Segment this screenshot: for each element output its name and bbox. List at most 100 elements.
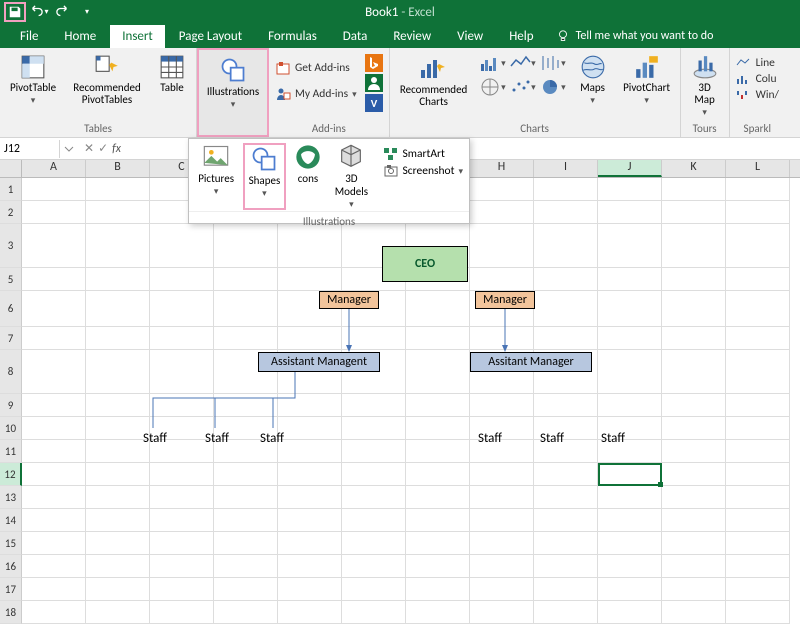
- cell[interactable]: [662, 578, 726, 601]
- row-15[interactable]: 15: [0, 532, 22, 555]
- cell[interactable]: [726, 486, 790, 509]
- cell[interactable]: [22, 178, 86, 201]
- cell[interactable]: [150, 532, 214, 555]
- cell[interactable]: [598, 532, 662, 555]
- tab-page-layout[interactable]: Page Layout: [167, 25, 254, 48]
- cell[interactable]: [726, 440, 790, 463]
- cell[interactable]: [214, 463, 278, 486]
- cell[interactable]: [150, 486, 214, 509]
- tell-me[interactable]: Tell me what you want to do: [556, 29, 714, 43]
- cell[interactable]: [598, 394, 662, 417]
- cell[interactable]: [150, 555, 214, 578]
- people-icon[interactable]: [365, 74, 383, 92]
- cell[interactable]: [86, 394, 150, 417]
- cell[interactable]: [726, 327, 790, 350]
- cell[interactable]: [22, 291, 86, 327]
- cell[interactable]: [342, 440, 406, 463]
- cell[interactable]: [726, 224, 790, 268]
- row-1[interactable]: 1: [0, 178, 22, 201]
- cell[interactable]: [662, 224, 726, 268]
- cell[interactable]: [86, 463, 150, 486]
- cell[interactable]: [598, 224, 662, 268]
- rec-pivot-button[interactable]: Recommended PivotTables: [68, 52, 146, 108]
- cell[interactable]: [406, 417, 470, 440]
- cell[interactable]: [598, 201, 662, 224]
- pivottable-button[interactable]: PivotTable▾: [6, 52, 60, 108]
- cell[interactable]: [470, 578, 534, 601]
- cell[interactable]: [662, 440, 726, 463]
- cell[interactable]: [86, 350, 150, 394]
- cell[interactable]: [726, 291, 790, 327]
- col-K[interactable]: K: [662, 160, 726, 177]
- cell[interactable]: [342, 463, 406, 486]
- cell[interactable]: [470, 394, 534, 417]
- scatter-chart-button[interactable]: ▾: [510, 76, 536, 98]
- cell[interactable]: [534, 463, 598, 486]
- tab-review[interactable]: Review: [381, 25, 443, 48]
- smartart-button[interactable]: SmartArt: [383, 147, 463, 161]
- cell[interactable]: [278, 394, 342, 417]
- 3d-map-button[interactable]: 3D Map▾: [687, 52, 723, 120]
- shape-ceo[interactable]: CEO: [382, 246, 468, 282]
- cell[interactable]: [662, 463, 726, 486]
- cell[interactable]: [406, 350, 470, 394]
- cell[interactable]: [662, 350, 726, 394]
- col-J[interactable]: J: [598, 160, 662, 177]
- cell[interactable]: [22, 350, 86, 394]
- cell[interactable]: [598, 509, 662, 532]
- cell[interactable]: [342, 578, 406, 601]
- row-2[interactable]: 2: [0, 201, 22, 224]
- cell[interactable]: [150, 601, 214, 624]
- cell[interactable]: [150, 268, 214, 291]
- cell[interactable]: [86, 601, 150, 624]
- cell[interactable]: [726, 417, 790, 440]
- cell[interactable]: [86, 178, 150, 201]
- row-12[interactable]: 12: [0, 463, 22, 486]
- col-I[interactable]: I: [534, 160, 598, 177]
- row-7[interactable]: 7: [0, 327, 22, 350]
- cell[interactable]: [534, 224, 598, 268]
- cell[interactable]: [22, 601, 86, 624]
- cell[interactable]: [662, 532, 726, 555]
- col-B[interactable]: B: [86, 160, 150, 177]
- cell[interactable]: [22, 532, 86, 555]
- redo-button[interactable]: [52, 2, 74, 22]
- cell[interactable]: [726, 555, 790, 578]
- cell[interactable]: [278, 509, 342, 532]
- shapes-button[interactable]: Shapes▾: [243, 143, 285, 210]
- cell[interactable]: [534, 394, 598, 417]
- row-13[interactable]: 13: [0, 486, 22, 509]
- cell[interactable]: [22, 224, 86, 268]
- cell[interactable]: [470, 224, 534, 268]
- cell[interactable]: [278, 486, 342, 509]
- cell[interactable]: [726, 350, 790, 394]
- tab-insert[interactable]: Insert: [110, 25, 165, 48]
- cell[interactable]: [726, 178, 790, 201]
- cell[interactable]: [214, 327, 278, 350]
- cell[interactable]: [406, 291, 470, 327]
- cell[interactable]: [150, 394, 214, 417]
- illustrations-button[interactable]: Illustrations▾: [197, 48, 269, 137]
- get-addins-button[interactable]: Get Add-ins: [275, 58, 357, 78]
- rec-charts-button[interactable]: Recommended Charts: [396, 52, 472, 110]
- cancel-icon[interactable]: ✕: [84, 141, 94, 156]
- cell[interactable]: [214, 555, 278, 578]
- cell[interactable]: [534, 268, 598, 291]
- cell[interactable]: [214, 486, 278, 509]
- cell[interactable]: [406, 440, 470, 463]
- cell[interactable]: [534, 291, 598, 327]
- 3d-models-button[interactable]: 3D Models▾: [330, 143, 372, 210]
- cell[interactable]: [406, 601, 470, 624]
- cell[interactable]: [662, 201, 726, 224]
- hierarchy-chart-button[interactable]: ▾: [480, 76, 506, 98]
- cell[interactable]: [470, 463, 534, 486]
- row-9[interactable]: 9: [0, 394, 22, 417]
- cell[interactable]: [598, 486, 662, 509]
- cell[interactable]: [534, 532, 598, 555]
- cell[interactable]: [342, 417, 406, 440]
- cell[interactable]: [150, 327, 214, 350]
- cell[interactable]: [726, 532, 790, 555]
- cell[interactable]: [598, 350, 662, 394]
- cell[interactable]: [662, 327, 726, 350]
- cell[interactable]: [598, 601, 662, 624]
